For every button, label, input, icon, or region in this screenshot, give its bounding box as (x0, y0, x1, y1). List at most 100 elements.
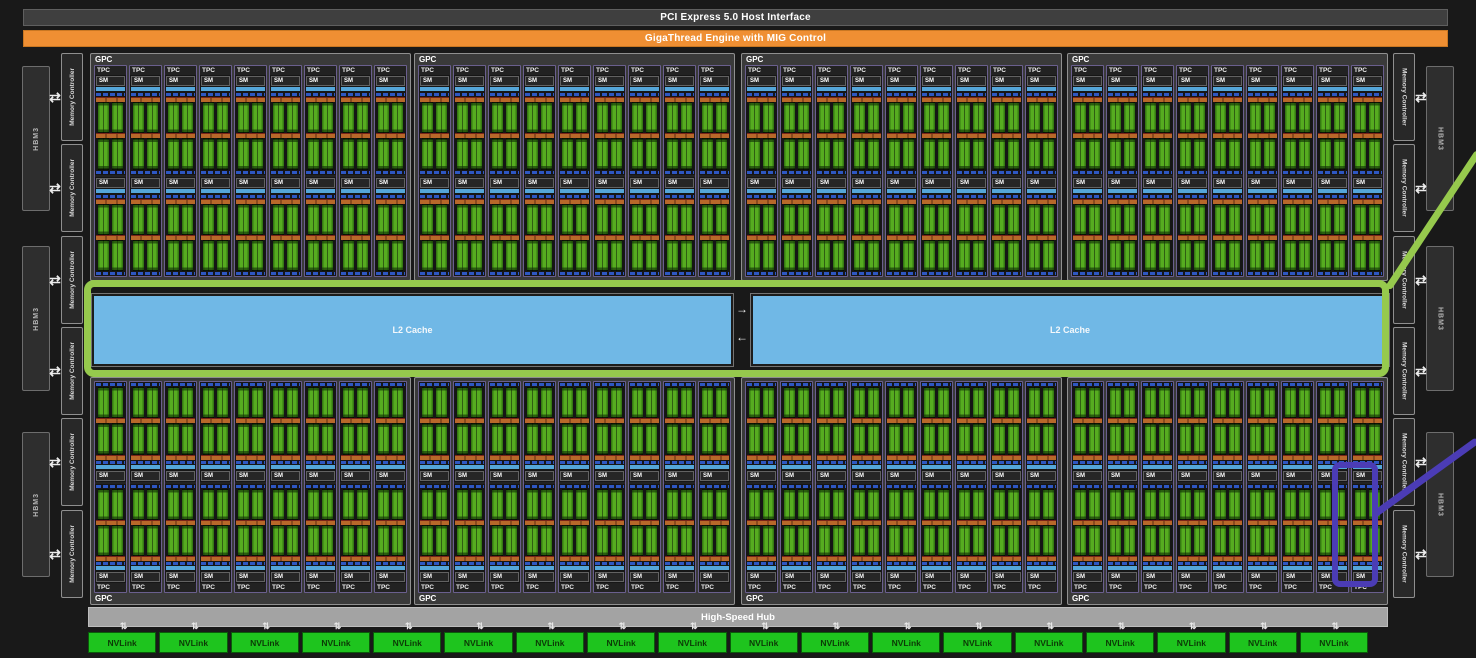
sm-core-block (992, 525, 1021, 556)
core-column (1285, 387, 1296, 418)
sm-l1-bar (1027, 189, 1056, 193)
nvlink-arrows-icon: ⇅ (1186, 621, 1200, 632)
tpc-label: TPC (489, 583, 520, 592)
sm-scheduler-bar (747, 562, 776, 565)
sm-l1-bar (341, 465, 370, 469)
tpc-column: SMSMTPC (1281, 381, 1314, 593)
sm-stack: SMSM (454, 75, 485, 276)
sm-unit: SM (524, 75, 555, 175)
sm-lsu-bar (271, 485, 300, 488)
sm-lsu-bar (1178, 171, 1207, 174)
sm-core-block (1283, 387, 1312, 418)
sm-core-block (630, 102, 659, 133)
core-column (112, 423, 123, 454)
core-column (562, 525, 573, 556)
sm-l1-bar (887, 87, 916, 91)
sm-core-block (306, 489, 335, 520)
nvlink-block: NVLink (1229, 632, 1297, 653)
core-column (343, 423, 354, 454)
sm-scheduler-bar (852, 195, 881, 198)
sm-core-block (887, 387, 916, 418)
tpc-label: TPC (340, 66, 371, 75)
core-column (527, 240, 538, 271)
sm-texture-bar (852, 455, 881, 460)
nvlink-block: NVLink (373, 632, 441, 653)
sm-scheduler-bar (1143, 562, 1172, 565)
core-column (1124, 489, 1135, 520)
core-column (541, 525, 552, 556)
core-column (112, 102, 123, 133)
sm-scheduler-bar (525, 195, 554, 198)
core-column (1194, 138, 1205, 169)
core-column (527, 387, 538, 418)
sm-label: SM (271, 76, 300, 86)
sm-core-block (1143, 102, 1172, 133)
sm-unit: SM (1072, 382, 1103, 482)
sm-unit: SM (419, 484, 450, 584)
core-column (1008, 102, 1019, 133)
sm-stack: SMSM (1352, 75, 1383, 276)
core-column (357, 240, 368, 271)
tpc-label: TPC (1107, 66, 1138, 75)
sm-scheduler-bar (1108, 195, 1137, 198)
sm-l1-bar (1213, 566, 1242, 570)
sm-core-block (96, 102, 125, 133)
sm-unit: SM (1026, 177, 1057, 277)
core-column (973, 525, 984, 556)
sm-lsu-bar (455, 171, 484, 174)
sm-l1-bar (665, 465, 694, 469)
nvlink-arrows-icon: ⇅ (188, 621, 202, 632)
core-column (597, 525, 608, 556)
core-column (287, 489, 298, 520)
core-column (854, 423, 865, 454)
tpc-row: TPCSMSMTPCSMSMTPCSMSMTPCSMSMTPCSMSMTPCSM… (1068, 65, 1387, 280)
sm-l1-bar (922, 87, 951, 91)
nvlink-arrows-icon: ⇅ (1328, 621, 1342, 632)
core-column (973, 423, 984, 454)
core-column (1008, 240, 1019, 271)
core-column (868, 102, 879, 133)
sm-label: SM (420, 572, 449, 582)
sm-unit: SM (340, 484, 371, 584)
core-column (422, 240, 433, 271)
sm-core-block (992, 489, 1021, 520)
sm-lsu-bar (201, 383, 230, 386)
sm-lsu-bar (1143, 272, 1172, 275)
sm-texture-bar (700, 556, 729, 561)
sm-label: SM (525, 76, 554, 86)
sm-lsu-bar (1248, 272, 1277, 275)
nvlink-arrows-icon: ⇅ (687, 621, 701, 632)
core-column (833, 102, 844, 133)
sm-l1-bar (817, 189, 846, 193)
sm-l1-bar (376, 189, 405, 193)
sm-label: SM (1213, 76, 1242, 86)
sm-core-block (1318, 240, 1347, 271)
sm-scheduler-bar (1318, 562, 1347, 565)
sm-scheduler-bar (922, 93, 951, 96)
sm-label: SM (420, 178, 449, 188)
core-column (1285, 489, 1296, 520)
core-column (378, 387, 389, 418)
sm-core-block (922, 138, 951, 169)
sm-core-block (1248, 240, 1277, 271)
sm-label: SM (455, 572, 484, 582)
core-column (1320, 525, 1331, 556)
sm-stack: SMSM (235, 75, 266, 276)
sm-core-block (700, 138, 729, 169)
core-column (576, 489, 587, 520)
core-column (112, 525, 123, 556)
core-column (959, 387, 970, 418)
sm-core-block (992, 240, 1021, 271)
nvlink-arrows-icon: ⇅ (402, 621, 416, 632)
sm-label: SM (525, 572, 554, 582)
core-column (471, 489, 482, 520)
sm-unit: SM (375, 75, 406, 175)
tpc-column: SMSMTPC (1316, 381, 1349, 593)
core-column (1043, 525, 1054, 556)
sm-lsu-bar (560, 485, 589, 488)
sm-lsu-bar (1353, 383, 1382, 386)
core-column (1299, 204, 1310, 235)
sm-l1-bar (306, 189, 335, 193)
sm-lsu-bar (271, 272, 300, 275)
core-column (541, 387, 552, 418)
